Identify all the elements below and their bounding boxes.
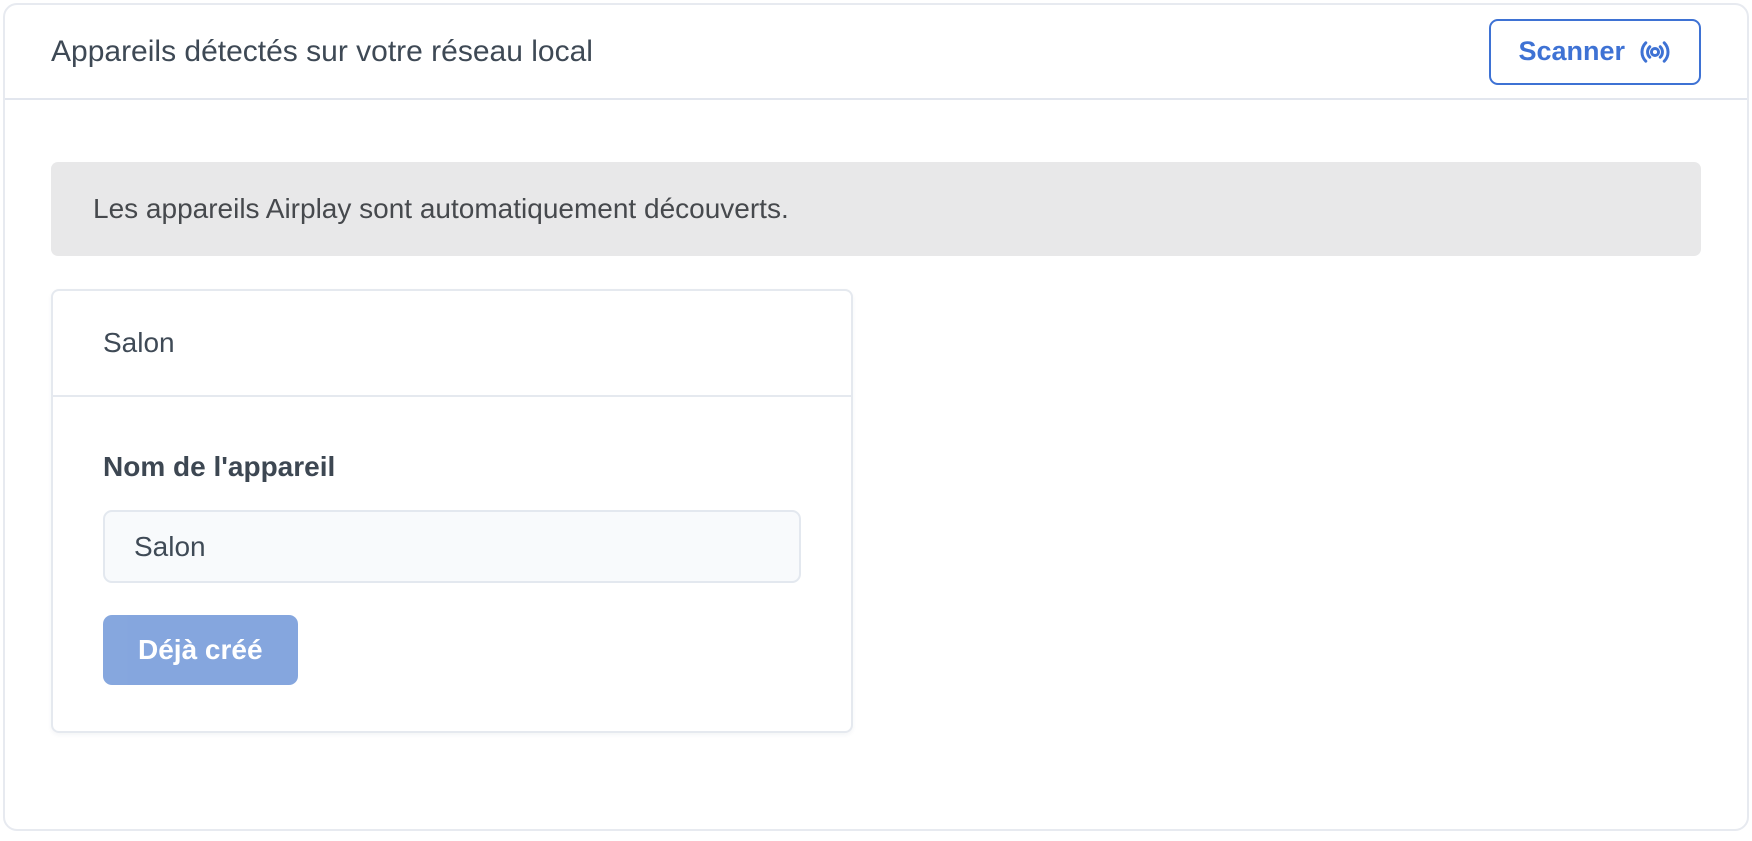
airplay-info-alert: Les appareils Airplay sont automatiqueme…	[51, 162, 1701, 256]
scan-button-label: Scanner	[1518, 38, 1625, 65]
scan-button[interactable]: Scanner	[1489, 19, 1701, 85]
device-card-body: Nom de l'appareil Déjà créé	[53, 397, 851, 731]
device-card-salon: Salon Nom de l'appareil Déjà créé	[51, 289, 853, 733]
devices-panel: Appareils détectés sur votre réseau loca…	[3, 3, 1749, 831]
already-created-button[interactable]: Déjà créé	[103, 615, 298, 685]
panel-body: Les appareils Airplay sont automatiqueme…	[5, 100, 1747, 795]
device-name-input[interactable]	[103, 510, 801, 583]
device-card-title: Salon	[53, 291, 851, 397]
panel-header: Appareils détectés sur votre réseau loca…	[5, 5, 1747, 100]
device-name-label: Nom de l'appareil	[103, 451, 801, 483]
page-title: Appareils détectés sur votre réseau loca…	[51, 35, 593, 69]
broadcast-icon	[1638, 35, 1672, 69]
